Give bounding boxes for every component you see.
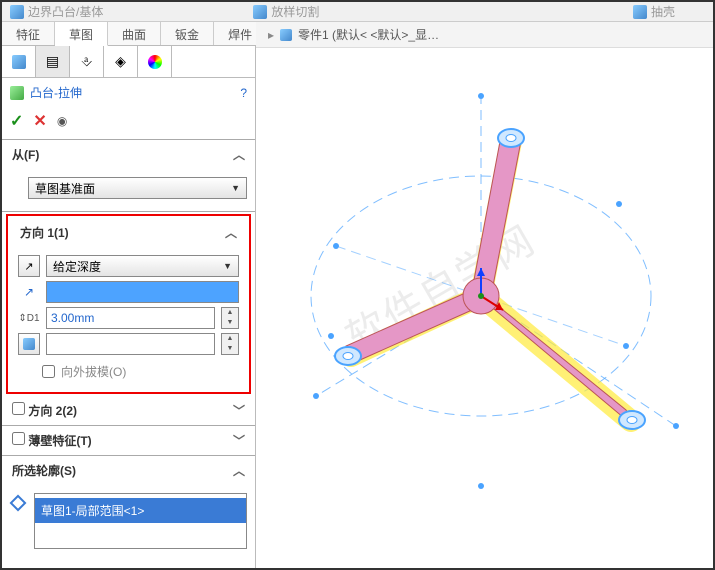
section-dir1-header[interactable]: 方向 1(1) ︿: [10, 218, 247, 247]
cancel-button[interactable]: ✕: [33, 111, 46, 131]
contour-selected-item[interactable]: 草图1-局部范围<1>: [35, 498, 246, 523]
ribbon-label: 放样切割: [271, 3, 319, 20]
highlight-box: 方向 1(1) ︿ ↗ 给定深度 ▼ ↗ ⇕D1: [6, 214, 251, 394]
preview-toggle[interactable]: ◉: [57, 114, 67, 128]
manager-tab-appearance[interactable]: [138, 46, 172, 77]
feature-tree-icon: [12, 55, 26, 69]
ribbon-secondary: 边界凸台/基体 放样切割 抽壳: [2, 2, 713, 22]
appearance-icon: [148, 55, 162, 69]
manager-tabs: ▤ ⎀ ◈: [2, 46, 255, 78]
spin-up[interactable]: ▲: [222, 334, 238, 344]
ribbon-item-shell[interactable]: 抽壳: [633, 3, 675, 20]
section-thin-feature: 薄壁特征(T) ﹀: [2, 426, 255, 456]
ribbon-item-boundary[interactable]: 边界凸台/基体: [10, 3, 103, 20]
manager-tab-feature[interactable]: [2, 46, 36, 77]
contour-listbox[interactable]: 草图1-局部范围<1>: [34, 493, 247, 549]
cube-icon: [253, 5, 267, 19]
from-dropdown[interactable]: 草图基准面 ▼: [28, 177, 247, 199]
thin-feature-checkbox[interactable]: [12, 432, 25, 445]
ribbon-item-loftcut[interactable]: 放样切割: [253, 3, 319, 20]
checkbox-label: 向外拔模(O): [61, 363, 126, 380]
ok-button[interactable]: ✓: [10, 111, 23, 131]
direction-arrow-icon: ↗: [18, 285, 40, 299]
dropdown-value: 给定深度: [53, 258, 101, 275]
manager-tab-config[interactable]: ⎀: [70, 46, 104, 77]
dropdown-arrow-icon: ▼: [223, 261, 232, 271]
tab-sheetmetal[interactable]: 钣金: [161, 22, 214, 45]
manager-tab-dimxpert[interactable]: ◈: [104, 46, 138, 77]
help-icon[interactable]: ?: [240, 86, 247, 100]
cube-icon: [633, 5, 647, 19]
graphics-viewport[interactable]: ▸ 零件1 (默认< <默认>_显… 软件自学网: [256, 46, 713, 568]
chevron-up-icon: ︿: [233, 462, 245, 479]
section-label: 方向 2(2): [28, 404, 77, 418]
draft-outward-checkbox[interactable]: [42, 365, 55, 378]
target-icon: ◈: [115, 53, 126, 70]
section-dir2-header[interactable]: 方向 2(2) ﹀: [2, 396, 255, 425]
section-label: 从(F): [12, 146, 39, 163]
confirm-row: ✓ ✕ ◉: [2, 107, 255, 140]
feature-header: 凸台-拉伸 ?: [2, 78, 255, 107]
spin-down[interactable]: ▼: [222, 344, 238, 354]
section-contours: 所选轮廓(S) ︿ 草图1-局部范围<1>: [2, 456, 255, 561]
chevron-up-icon: ︿: [233, 146, 245, 163]
chevron-down-icon: ﹀: [233, 432, 245, 449]
section-from-header[interactable]: 从(F) ︿: [2, 140, 255, 169]
section-direction1: 方向 1(1) ︿ ↗ 给定深度 ▼ ↗ ⇕D1: [10, 218, 247, 390]
draft-outward-row: 向外拔模(O): [18, 359, 239, 382]
part-icon: [280, 29, 292, 41]
config-icon: ⎀: [81, 53, 92, 70]
chevron-down-icon: ﹀: [233, 402, 245, 419]
manager-tab-property[interactable]: ▤: [36, 46, 70, 77]
contour-icon: [10, 495, 27, 512]
reverse-direction-button[interactable]: ↗: [18, 255, 40, 277]
property-icon: ▤: [46, 53, 59, 70]
ribbon-label: 抽壳: [651, 3, 675, 20]
cube-icon: [10, 5, 24, 19]
section-label: 方向 1(1): [20, 224, 69, 241]
tab-surface[interactable]: 曲面: [108, 22, 161, 45]
dir2-checkbox[interactable]: [12, 402, 25, 415]
section-direction2: 方向 2(2) ﹀: [2, 396, 255, 426]
draft-button[interactable]: [18, 333, 40, 355]
spin-down[interactable]: ▼: [222, 318, 238, 328]
dropdown-value: 草图基准面: [35, 180, 95, 197]
section-contours-header[interactable]: 所选轮廓(S) ︿: [2, 456, 255, 485]
section-thin-header[interactable]: 薄壁特征(T) ﹀: [2, 426, 255, 455]
dropdown-arrow-icon: ▼: [231, 183, 240, 193]
expand-icon[interactable]: ▸: [268, 28, 274, 42]
draft-spinner[interactable]: ▲ ▼: [221, 333, 239, 355]
draft-icon: [23, 338, 35, 350]
depth-icon: ⇕D1: [18, 313, 40, 324]
chevron-up-icon: ︿: [225, 224, 237, 241]
breadcrumb: ▸ 零件1 (默认< <默认>_显…: [256, 22, 713, 48]
tab-feature[interactable]: 特征: [2, 22, 55, 45]
depth-spinner[interactable]: ▲ ▼: [221, 307, 239, 329]
section-label: 薄壁特征(T): [28, 434, 91, 448]
model-svg: [256, 46, 715, 566]
ribbon-label: 边界凸台/基体: [28, 3, 103, 20]
end-condition-dropdown[interactable]: 给定深度 ▼: [46, 255, 239, 277]
direction-vector-input[interactable]: [46, 281, 239, 303]
spin-up[interactable]: ▲: [222, 308, 238, 318]
property-manager: ▤ ⎀ ◈ 凸台-拉伸 ? ✓ ✕ ◉ 从(F) ︿ 草图基准面: [2, 46, 256, 568]
draft-angle-input[interactable]: [46, 333, 215, 355]
extrude-icon: [10, 86, 24, 100]
feature-title: 凸台-拉伸: [30, 84, 234, 101]
tab-sketch[interactable]: 草图: [55, 22, 108, 46]
section-from: 从(F) ︿ 草图基准面 ▼: [2, 140, 255, 212]
depth-input[interactable]: [46, 307, 215, 329]
breadcrumb-part[interactable]: 零件1 (默认< <默认>_显…: [298, 26, 439, 43]
section-label: 所选轮廓(S): [12, 462, 76, 479]
